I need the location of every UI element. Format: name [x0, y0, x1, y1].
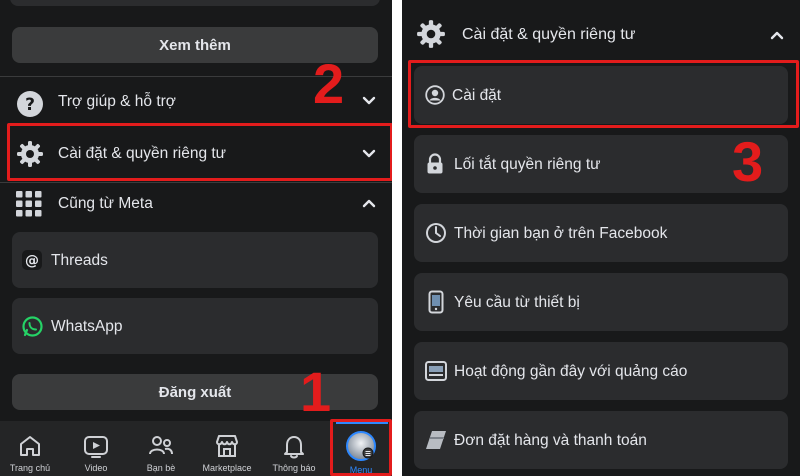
nav-friends[interactable]: Bạn bè — [131, 426, 191, 476]
also-from-meta-label: Cũng từ Meta — [58, 195, 153, 212]
nav-notifications[interactable]: Thông báo — [264, 426, 324, 476]
time-on-facebook-label: Thời gian bạn ở trên Facebook — [454, 225, 668, 242]
logout-label: Đăng xuất — [158, 383, 232, 401]
highlight-menu-tab — [330, 419, 392, 476]
step-number-3: 3 — [732, 130, 764, 193]
whatsapp-card[interactable]: WhatsApp — [12, 298, 378, 354]
friends-icon — [149, 436, 173, 455]
whatsapp-label: WhatsApp — [51, 318, 123, 335]
gear-icon — [417, 20, 445, 48]
nav-video-label: Video — [84, 463, 108, 473]
highlight-settings-item — [408, 60, 799, 128]
lock-icon — [427, 153, 443, 174]
clock-icon — [426, 223, 446, 243]
divider — [0, 182, 392, 183]
recent-ad-activity-label: Hoạt động gần đây với quảng cáo — [454, 363, 688, 380]
nav-home-label: Trang chủ — [9, 463, 51, 473]
svg-text:@: @ — [25, 253, 39, 269]
nav-marketplace[interactable]: Marketplace — [197, 426, 257, 476]
nav-marketplace-label: Marketplace — [202, 463, 252, 473]
recent-ad-activity-item[interactable]: Hoạt động gần đây với quảng cáo — [414, 342, 788, 400]
nav-home[interactable]: Trang chủ — [0, 426, 60, 476]
nav-video[interactable]: Video — [66, 426, 126, 476]
chevron-up-icon — [770, 31, 784, 40]
video-icon — [84, 436, 108, 458]
svg-text:?: ? — [25, 95, 35, 115]
payment-icon — [426, 431, 446, 449]
apps-grid-icon — [16, 191, 42, 217]
time-on-facebook-item[interactable]: Thời gian bạn ở trên Facebook — [414, 204, 788, 262]
chevron-up-icon — [362, 199, 376, 208]
question-icon: ? — [17, 91, 43, 117]
settings-privacy-screen: Cài đặt & quyền riêng tư Cài đặt Lối tắt… — [402, 0, 800, 476]
privacy-shortcuts-label: Lối tắt quyền riêng tư — [454, 156, 601, 173]
device-icon — [428, 290, 444, 314]
threads-label: Threads — [51, 252, 108, 269]
see-more-label: Xem thêm — [159, 36, 231, 54]
settings-privacy-header-label: Cài đặt & quyền riêng tư — [462, 26, 636, 43]
chevron-down-icon — [362, 96, 376, 105]
nav-notifications-label: Thông báo — [272, 463, 316, 473]
whatsapp-icon — [22, 316, 43, 337]
orders-payments-label: Đơn đặt hàng và thanh toán — [454, 432, 647, 449]
device-requests-label: Yêu cầu từ thiết bị — [454, 294, 580, 311]
orders-payments-item[interactable]: Đơn đặt hàng và thanh toán — [414, 411, 788, 469]
nav-friends-label: Bạn bè — [146, 463, 176, 473]
settings-privacy-header[interactable]: Cài đặt & quyền riêng tư — [402, 14, 800, 56]
highlight-settings-privacy — [7, 123, 392, 181]
device-requests-item[interactable]: Yêu cầu từ thiết bị — [414, 273, 788, 331]
marketplace-icon — [216, 435, 238, 457]
help-support-label: Trợ giúp & hỗ trợ — [58, 93, 176, 110]
also-from-meta-row[interactable]: Cũng từ Meta — [0, 186, 392, 222]
previous-card — [10, 0, 380, 6]
bell-icon — [284, 436, 304, 459]
threads-card[interactable]: @ Threads — [12, 232, 378, 288]
threads-icon: @ — [22, 250, 42, 270]
menu-screen: Xem thêm ? Trợ giúp & hỗ trợ Cài đặt & q… — [0, 0, 392, 476]
step-number-2: 2 — [313, 52, 345, 115]
home-icon — [20, 436, 40, 456]
step-number-1: 1 — [300, 360, 332, 423]
ad-activity-icon — [425, 361, 447, 381]
